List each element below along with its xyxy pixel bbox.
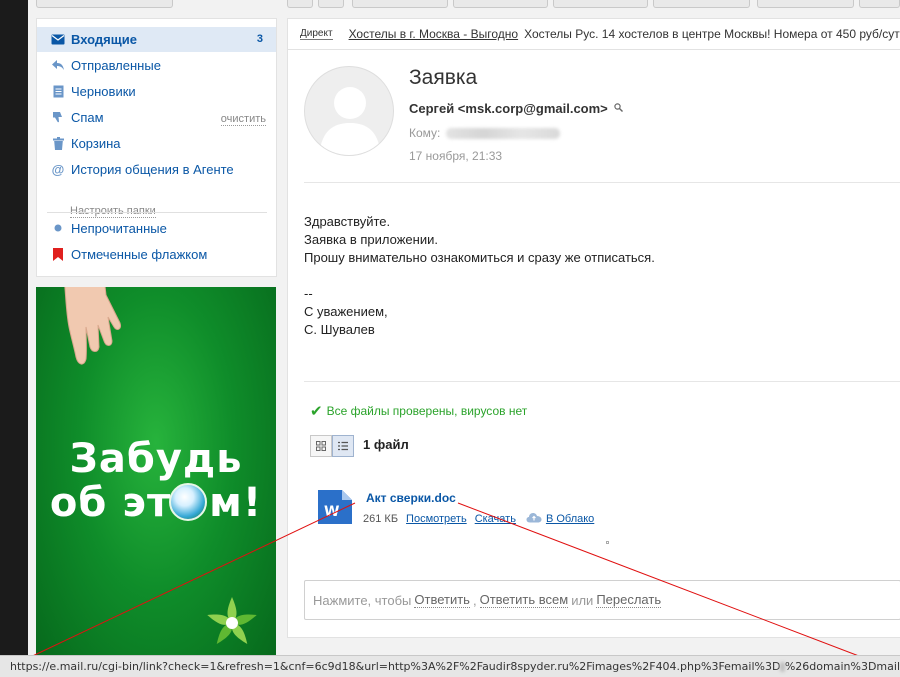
cloud-icon[interactable]	[526, 511, 542, 526]
toolbar-button[interactable]	[757, 0, 854, 8]
magnifier-icon[interactable]	[614, 102, 623, 115]
toolbar-button[interactable]	[453, 0, 548, 8]
ad-label[interactable]: Директ	[300, 28, 333, 40]
message-body: Здравствуйте. Заявка в приложении. Прошу…	[304, 213, 655, 339]
body-line: С уважением,	[304, 304, 388, 319]
envelope-icon	[51, 32, 65, 46]
body-line: С. Шувалев	[304, 322, 375, 337]
message-view: Заявка Сергей <msk.corp@gmail.com> Кому:…	[287, 50, 900, 638]
loading-dot	[606, 541, 609, 544]
filter-flagged[interactable]: Отмеченные флажком	[51, 244, 207, 264]
filter-label: Отмеченные флажком	[71, 246, 208, 262]
sender-name[interactable]: Сергей <msk.corp@gmail.com>	[409, 101, 608, 116]
reply-arrow-icon	[51, 58, 65, 72]
virus-check-status: ✔ Все файлы проверены, вирусов нет	[310, 402, 527, 420]
quick-reply-box[interactable]: Нажмите, чтобы Ответить, Ответить всем и…	[304, 580, 900, 620]
banner-ad[interactable]: Забудь об эт м!	[36, 287, 276, 677]
toolbar-button[interactable]	[352, 0, 448, 8]
reply-link[interactable]: Ответить	[414, 592, 470, 608]
attachment-name-link[interactable]: Акт сверки.doc	[366, 491, 456, 505]
status-url-end: %26domain%3Dmail	[784, 660, 900, 673]
browser-status-bar: https://e.mail.ru/cgi-bin/link?check=1&r…	[0, 655, 900, 677]
hand-image	[64, 287, 121, 365]
banner-line-2-end: м!	[209, 480, 263, 526]
toolbar-button[interactable]	[318, 0, 344, 8]
folder-spam[interactable]: Спам	[51, 107, 104, 127]
recipient-line: Кому:	[409, 126, 561, 140]
folder-label: История общения в Агенте	[71, 161, 234, 177]
at-sign-icon: @	[51, 161, 65, 177]
body-line	[304, 267, 655, 285]
default-user-icon	[319, 87, 381, 155]
toolbar-button[interactable]	[653, 0, 750, 8]
reply-or: или	[571, 592, 594, 608]
message-date: 17 ноября, 21:33	[409, 149, 503, 163]
window-frame-left	[0, 0, 28, 677]
reply-all-link[interactable]: Ответить всем	[479, 592, 569, 608]
attachment-actions: 261 КБ Посмотреть Скачать В Облако	[363, 511, 594, 526]
clean-spam-link[interactable]: очистить	[220, 113, 266, 126]
banner-line-2: об эт м!	[36, 481, 276, 525]
folder-agent-history[interactable]: @ История общения в Агенте	[51, 159, 234, 179]
unread-dot-icon	[51, 221, 65, 235]
attachment-download-link[interactable]: Скачать	[475, 513, 516, 525]
toolbar-button[interactable]	[859, 0, 900, 8]
sender-line[interactable]: Сергей <msk.corp@gmail.com>	[409, 101, 623, 116]
grid-view-icon[interactable]	[310, 435, 332, 457]
body-line: --	[304, 286, 313, 301]
unread-count-badge: 3	[256, 33, 263, 45]
folder-inbox[interactable]: Входящие	[51, 29, 137, 49]
reply-prompt: Нажмите, чтобы	[313, 592, 412, 608]
recipient-label: Кому:	[409, 126, 441, 140]
attachment-view-link[interactable]: Посмотреть	[406, 513, 467, 525]
word-document-icon[interactable]: W	[318, 490, 352, 524]
trash-icon	[51, 136, 65, 150]
thumbs-down-icon	[51, 110, 65, 124]
folder-label: Спам	[71, 109, 104, 125]
attachment-view-toggle[interactable]	[310, 435, 354, 457]
toolbar-button[interactable]	[287, 0, 313, 8]
forward-link[interactable]: Переслать	[596, 592, 662, 608]
attachments-count: 1 файл	[363, 437, 409, 452]
header-divider	[304, 182, 900, 183]
ad-title-link[interactable]: Хостелы в г. Москва - Выгодно	[349, 27, 519, 41]
body-line: Прошу внимательно ознакомиться и сразу ж…	[304, 250, 655, 265]
filter-label: Непрочитанные	[71, 220, 167, 236]
folder-sent[interactable]: Отправленные	[51, 55, 161, 75]
ad-text: Хостелы Рус. 14 хостелов в центре Москвы…	[524, 27, 900, 41]
attachments-divider	[304, 381, 900, 382]
filter-unread[interactable]: Непрочитанные	[51, 218, 167, 238]
folder-trash[interactable]: Корзина	[51, 133, 121, 153]
banner-line-1: Забудь	[69, 436, 243, 482]
banner-slogan: Забудь об эт м!	[36, 437, 276, 525]
folder-separator	[47, 212, 267, 213]
flag-icon	[51, 247, 65, 261]
banner-line-2-start: об эт	[49, 480, 172, 526]
toolbar-button[interactable]	[553, 0, 648, 8]
direct-ad-strip[interactable]: Директ Хостелы в г. Москва - Выгодно Хос…	[287, 18, 900, 50]
checkmark-icon: ✔	[310, 403, 323, 420]
draft-icon	[51, 84, 65, 98]
folder-drafts[interactable]: Черновики	[51, 81, 136, 101]
attachment-size: 261 КБ	[363, 512, 399, 525]
recipient-redacted	[446, 127, 561, 139]
status-url-start: https://e.mail.ru/cgi-bin/link?check=1&r…	[10, 660, 781, 673]
message-subject: Заявка	[409, 66, 478, 89]
svg-text:W: W	[324, 504, 339, 520]
folder-list: Входящие 3 Отправленные Черновики Спам о…	[36, 18, 277, 277]
attachment-cloud-link[interactable]: В Облако	[546, 513, 594, 525]
status-url-redacted	[780, 661, 785, 672]
toolbar-button[interactable]	[36, 0, 173, 8]
virus-check-text: Все файлы проверены, вирусов нет	[326, 404, 528, 418]
body-line: Заявка в приложении.	[304, 232, 438, 247]
body-line: Здравствуйте.	[304, 214, 391, 229]
folder-label: Входящие	[71, 31, 137, 47]
sender-avatar	[304, 66, 394, 156]
folder-label: Отправленные	[71, 57, 161, 73]
folder-label: Черновики	[71, 83, 136, 99]
folder-label: Корзина	[71, 135, 121, 151]
list-view-icon[interactable]	[332, 435, 354, 457]
detergent-capsule-image	[169, 483, 207, 521]
